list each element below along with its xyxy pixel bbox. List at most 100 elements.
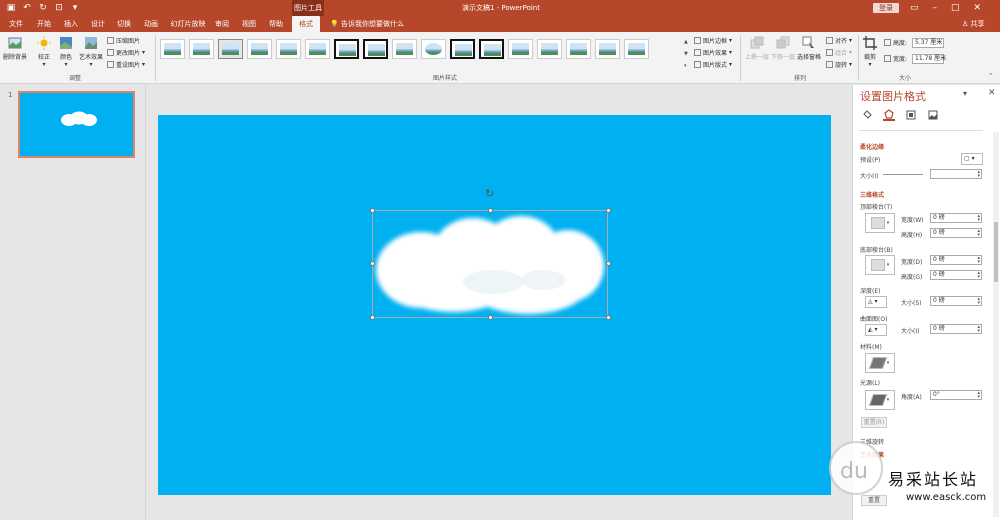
size-properties-tab[interactable]: [905, 109, 917, 121]
picture-style-option[interactable]: [276, 39, 301, 59]
bottom-width-input[interactable]: 0 磅 ▴ ▾: [930, 255, 982, 265]
bottom-height-input[interactable]: 0 磅 ▴ ▾: [930, 270, 982, 280]
picture-style-option[interactable]: [189, 39, 214, 59]
contour-color-picker[interactable]: ◭ ▾: [865, 324, 887, 336]
picture-style-option[interactable]: [566, 39, 591, 59]
fill-line-tab[interactable]: [861, 109, 873, 121]
top-width-input[interactable]: 0 磅 ▴ ▾: [930, 213, 982, 223]
picture-style-option[interactable]: [421, 39, 446, 59]
picture-style-option[interactable]: [247, 39, 272, 59]
tab-insert[interactable]: 插入: [63, 16, 79, 32]
resize-handle[interactable]: [370, 315, 375, 320]
present-icon[interactable]: ⊡: [54, 2, 64, 14]
picture-style-option[interactable]: [218, 39, 243, 59]
tab-transitions[interactable]: 切换: [116, 16, 132, 32]
picture-style-option[interactable]: [363, 39, 388, 59]
picture-style-option[interactable]: [450, 39, 475, 59]
close-icon[interactable]: ✕: [988, 88, 996, 98]
selection-pane-button[interactable]: 选择窗格: [797, 36, 821, 61]
resize-handle[interactable]: [606, 261, 611, 266]
tab-slideshow[interactable]: 幻灯片放映: [170, 16, 206, 32]
bottom-bevel-picker[interactable]: ▾: [865, 255, 895, 275]
soft-size-slider[interactable]: [883, 174, 923, 175]
resize-handle[interactable]: [370, 208, 375, 213]
tab-help[interactable]: 帮助: [268, 16, 284, 32]
picture-style-option[interactable]: [624, 39, 649, 59]
top-height-input[interactable]: 0 磅 ▴ ▾: [930, 228, 982, 238]
preset-dropdown[interactable]: ▢ ▾: [961, 153, 983, 165]
minimize-icon[interactable]: –: [933, 0, 938, 16]
resize-handle[interactable]: [488, 208, 493, 213]
resize-handle[interactable]: [488, 315, 493, 320]
material-picker[interactable]: ▾: [865, 353, 895, 373]
maximize-icon[interactable]: □: [951, 0, 960, 16]
picture-style-option[interactable]: [334, 39, 359, 59]
rotate-button[interactable]: 旋转 ▾: [826, 60, 852, 69]
align-button[interactable]: 对齐 ▾: [826, 36, 852, 45]
soft-edges-header[interactable]: 柔化边缘: [860, 142, 884, 151]
depth-size-input[interactable]: 0 磅 ▴ ▾: [930, 296, 982, 306]
group-button[interactable]: 组合 ▾: [826, 48, 852, 57]
bring-forward-button[interactable]: 上移一层: [745, 36, 769, 61]
gallery-down-icon[interactable]: ▼: [684, 51, 690, 57]
soft-size-input[interactable]: ▴ ▾: [930, 169, 982, 179]
close-icon[interactable]: ✕: [974, 0, 982, 16]
reset-picture-button[interactable]: 重设图片 ▾: [107, 60, 145, 69]
picture-style-option[interactable]: [160, 39, 185, 59]
redo-icon[interactable]: ↻: [38, 2, 48, 14]
format-3d-header[interactable]: 三维格式: [860, 190, 884, 199]
top-bevel-picker[interactable]: ▾: [865, 213, 895, 233]
lighting-picker[interactable]: ▾: [865, 390, 895, 410]
picture-style-option[interactable]: [537, 39, 562, 59]
width-input[interactable]: 11.78 厘米: [912, 54, 946, 64]
crop-button[interactable]: 裁剪 ▾: [863, 36, 877, 68]
login-button[interactable]: 登录: [873, 3, 899, 13]
depth-color-picker[interactable]: ◬ ▾: [865, 296, 887, 308]
tab-animations[interactable]: 动画: [143, 16, 159, 32]
picture-style-option[interactable]: [479, 39, 504, 59]
share-button[interactable]: ♙ 共享: [962, 16, 985, 32]
gallery-up-icon[interactable]: ▲: [684, 39, 690, 45]
picture-border-button[interactable]: 图片边框 ▾: [694, 36, 732, 45]
picture-style-option[interactable]: [508, 39, 533, 59]
gallery-more-icon[interactable]: ▾: [684, 63, 690, 69]
tell-me-search[interactable]: 💡 告诉我你想要做什么: [330, 16, 404, 32]
ribbon-display-icon[interactable]: ▭: [910, 0, 919, 16]
effects-tab[interactable]: [883, 109, 895, 121]
reset-3d-button[interactable]: 重置(R): [861, 417, 887, 428]
corrections-button[interactable]: 校正 ▾: [37, 36, 51, 68]
angle-input[interactable]: 0° ▴ ▾: [930, 390, 982, 400]
tab-design[interactable]: 设计: [90, 16, 106, 32]
contour-size-input[interactable]: 0 磅 ▴ ▾: [930, 324, 982, 334]
picture-tab[interactable]: [927, 109, 939, 121]
picture-layout-button[interactable]: 图片版式 ▾: [694, 60, 732, 69]
resize-handle[interactable]: [606, 208, 611, 213]
rotate-handle-icon[interactable]: ↻: [485, 187, 494, 200]
tab-view[interactable]: 视图: [241, 16, 257, 32]
compress-pictures-button[interactable]: 压缩图片: [107, 36, 140, 45]
picture-effects-button[interactable]: 图片效果 ▾: [694, 48, 732, 57]
slide-thumbnail[interactable]: [18, 91, 135, 158]
gallery-scroll-arrows[interactable]: ▲ ▼ ▾: [684, 39, 690, 69]
tab-file[interactable]: 文件: [8, 16, 24, 32]
tab-format[interactable]: 格式: [292, 16, 320, 32]
slide-canvas[interactable]: ↻: [158, 115, 831, 495]
height-input[interactable]: 5.37 厘米: [912, 38, 944, 48]
picture-style-option[interactable]: [392, 39, 417, 59]
tab-home[interactable]: 开始: [36, 16, 52, 32]
picture-style-option[interactable]: [595, 39, 620, 59]
artistic-effects-button[interactable]: 艺术效果 ▾: [79, 36, 103, 68]
resize-handle[interactable]: [370, 261, 375, 266]
undo-icon[interactable]: ↶: [22, 2, 32, 14]
save-icon[interactable]: ▣: [6, 2, 16, 14]
change-picture-button[interactable]: 更改图片 ▾: [107, 48, 145, 57]
collapse-ribbon-icon[interactable]: ⌃: [988, 72, 994, 80]
picture-style-option[interactable]: [305, 39, 330, 59]
customize-icon[interactable]: ▾: [70, 2, 80, 14]
resize-handle[interactable]: [606, 315, 611, 320]
color-button[interactable]: 颜色 ▾: [59, 36, 73, 68]
send-backward-button[interactable]: 下移一层: [771, 36, 795, 61]
remove-background-button[interactable]: 删除背景: [3, 36, 27, 61]
pane-options-icon[interactable]: ▾: [963, 89, 967, 98]
tab-review[interactable]: 审阅: [214, 16, 230, 32]
